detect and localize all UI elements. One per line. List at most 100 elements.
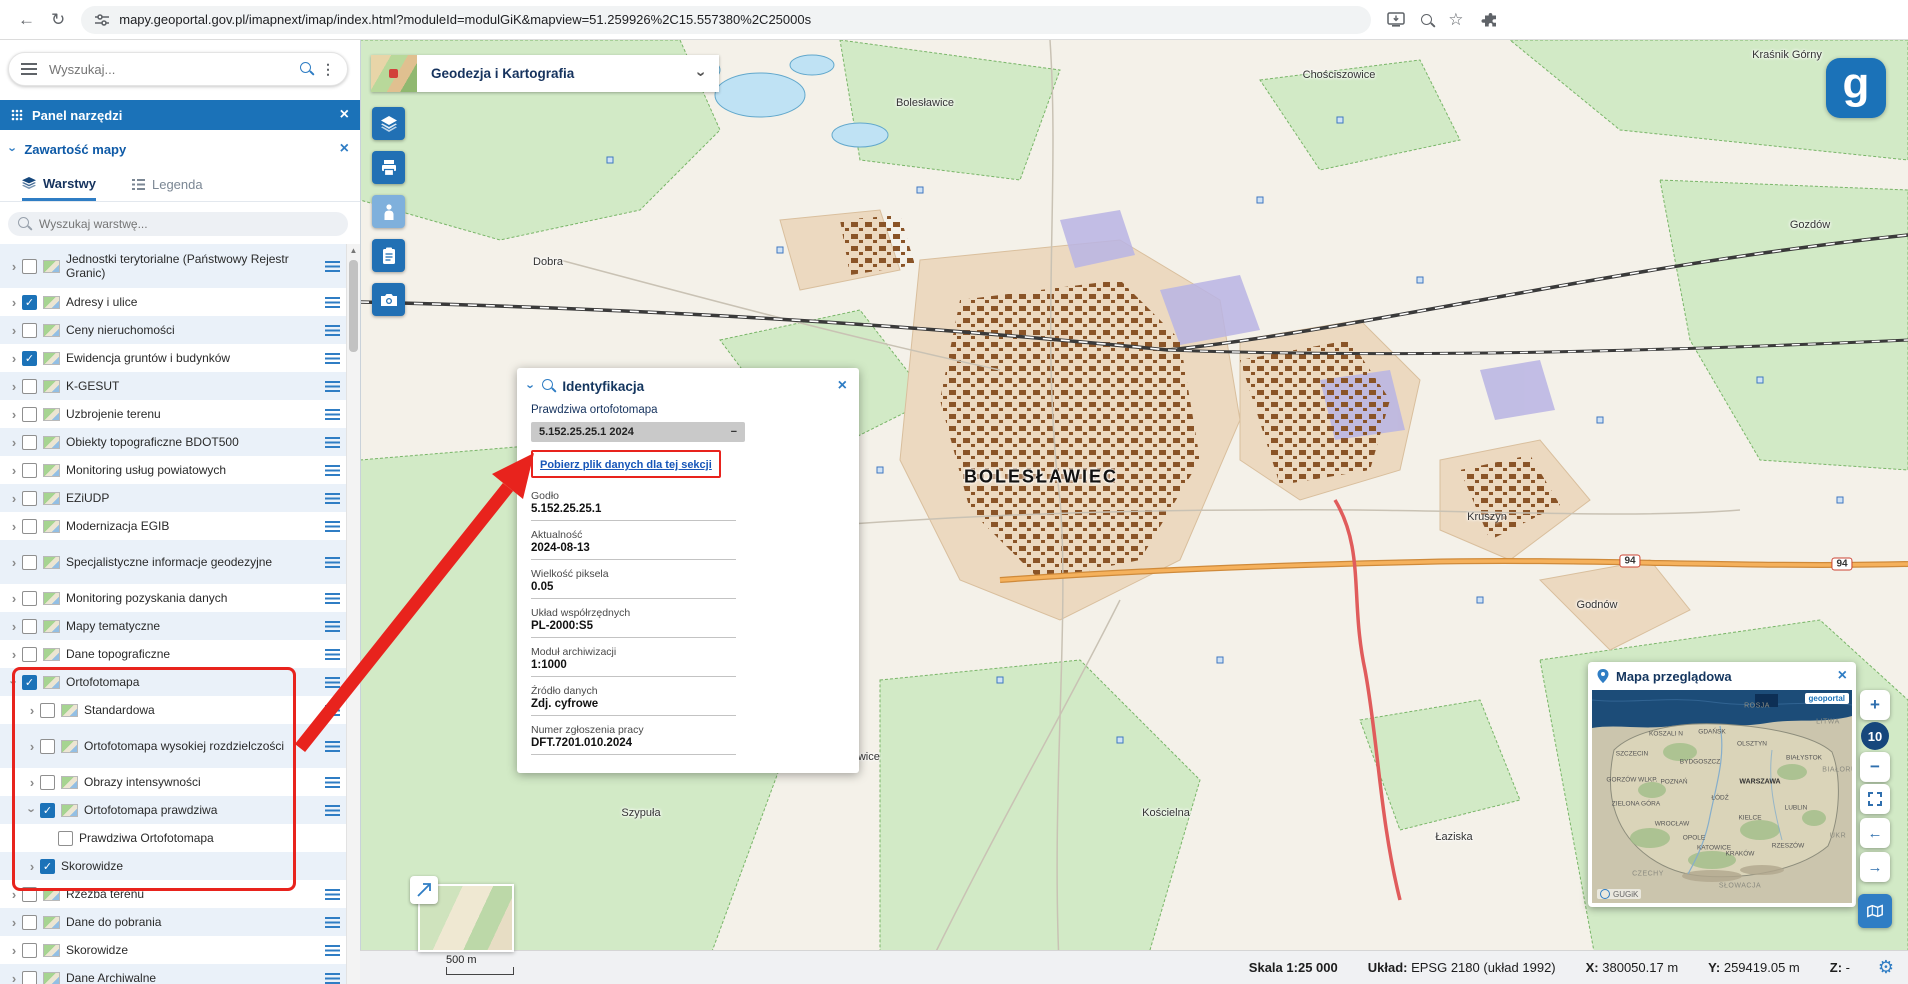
zoom-page-icon[interactable] (1421, 11, 1432, 28)
chevron-right-icon[interactable]: › (6, 591, 22, 606)
layer-checkbox[interactable] (40, 739, 55, 754)
layer-menu-icon[interactable] (325, 437, 340, 448)
layer-checkbox[interactable]: ✓ (22, 295, 37, 310)
search-icon[interactable] (300, 60, 311, 78)
layer-row[interactable]: ›Standardowa (0, 696, 346, 724)
print-tool-button[interactable] (372, 151, 405, 184)
layer-search-bar[interactable] (8, 212, 348, 236)
layer-menu-icon[interactable] (325, 465, 340, 476)
layer-row[interactable]: ›Ortofotomapa wysokiej rozdzielczości (0, 724, 346, 768)
layer-checkbox[interactable] (22, 555, 37, 570)
chevron-right-icon[interactable]: › (24, 739, 40, 754)
chevron-right-icon[interactable]: › (6, 915, 22, 930)
layer-row[interactable]: ›Obrazy intensywności (0, 768, 346, 796)
layer-row[interactable]: ›Monitoring usług powiatowych (0, 456, 346, 484)
chevron-right-icon[interactable]: › (6, 259, 22, 274)
layer-menu-icon[interactable] (325, 889, 340, 900)
layer-row[interactable]: ›Prawdziwa Ortofotomapa (0, 824, 346, 852)
layer-row[interactable]: ›Uzbrojenie terenu (0, 400, 346, 428)
layers-tool-button[interactable] (372, 107, 405, 140)
chevron-right-icon[interactable]: › (6, 519, 22, 534)
scrollbar[interactable]: ▲ (346, 244, 360, 984)
identify-tool-button[interactable] (372, 195, 405, 228)
chevron-right-icon[interactable]: › (24, 775, 40, 790)
layer-checkbox[interactable] (22, 519, 37, 534)
layer-row[interactable]: ›✓Ortofotomapa (0, 668, 346, 696)
layer-menu-icon[interactable] (325, 409, 340, 420)
previous-extent-button[interactable]: ← (1860, 818, 1890, 848)
map-share-button[interactable] (1858, 894, 1892, 928)
layer-menu-icon[interactable] (325, 973, 340, 984)
chevron-down-icon[interactable]: › (691, 71, 709, 76)
chevron-right-icon[interactable]: › (6, 323, 22, 338)
overview-map[interactable]: ROSJALITWABIAŁORUŚUKRCZECHYSŁOWACJASZCZE… (1592, 690, 1852, 903)
layer-row[interactable]: ›K-GESUT (0, 372, 346, 400)
chevron-right-icon[interactable]: › (6, 435, 22, 450)
extensions-puzzle-icon[interactable] (1480, 12, 1496, 28)
layer-menu-icon[interactable] (325, 261, 340, 272)
layer-menu-icon[interactable] (325, 677, 340, 688)
close-icon[interactable]: × (340, 106, 349, 124)
chevron-down-icon[interactable]: › (25, 802, 40, 818)
layer-menu-icon[interactable] (325, 493, 340, 504)
tab-warstwy[interactable]: Warstwy (22, 168, 96, 201)
layer-checkbox[interactable]: ✓ (40, 859, 55, 874)
layer-checkbox[interactable] (22, 647, 37, 662)
identify-section-header[interactable]: 5.152.25.25.1 2024 − (531, 422, 745, 442)
layer-checkbox[interactable] (22, 463, 37, 478)
layer-row[interactable]: ›Dane do pobrania (0, 908, 346, 936)
address-bar[interactable]: mapy.geoportal.gov.pl/imapnext/imap/inde… (81, 6, 1371, 34)
browser-reload-icon[interactable]: ↻ (51, 11, 65, 28)
layer-menu-icon[interactable] (325, 805, 340, 816)
chevron-right-icon[interactable]: › (6, 619, 22, 634)
close-icon[interactable]: × (340, 140, 349, 158)
layer-row[interactable]: ›✓Ortofotomapa prawdziwa (0, 796, 346, 824)
layer-checkbox[interactable] (22, 887, 37, 902)
module-selector[interactable]: Geodezja i Kartografia › (371, 55, 719, 92)
layer-row[interactable]: ›Ceny nieruchomości (0, 316, 346, 344)
layer-row[interactable]: ›EZiUDP (0, 484, 346, 512)
chevron-right-icon[interactable]: › (6, 295, 22, 310)
layer-row[interactable]: ›Specjalistyczne informacje geodezyjne (0, 540, 346, 584)
chevron-right-icon[interactable]: › (6, 971, 22, 984)
chevron-right-icon[interactable]: › (24, 859, 40, 874)
layer-row[interactable]: ›✓Ewidencja gruntów i budynków (0, 344, 346, 372)
expand-panel-button[interactable] (410, 876, 438, 904)
layer-checkbox[interactable] (40, 703, 55, 718)
layer-checkbox[interactable]: ✓ (22, 351, 37, 366)
fullscreen-button[interactable] (1860, 784, 1890, 814)
layer-checkbox[interactable]: ✓ (40, 803, 55, 818)
chevron-right-icon[interactable]: › (6, 407, 22, 422)
chevron-right-icon[interactable]: › (6, 647, 22, 662)
chevron-right-icon[interactable]: › (6, 379, 22, 394)
chevron-right-icon[interactable]: › (6, 351, 22, 366)
close-icon[interactable]: × (838, 377, 847, 395)
layer-row[interactable]: ›Dane topograficzne (0, 640, 346, 668)
site-settings-icon[interactable] (95, 13, 109, 27)
chevron-right-icon[interactable]: › (6, 943, 22, 958)
layer-menu-icon[interactable] (325, 521, 340, 532)
layer-row[interactable]: ›Modernizacja EGIB (0, 512, 346, 540)
layer-menu-icon[interactable] (325, 557, 340, 568)
layer-menu-icon[interactable] (325, 649, 340, 660)
chevron-down-icon[interactable]: › (6, 147, 21, 151)
search-input[interactable] (47, 61, 290, 78)
report-tool-button[interactable] (372, 239, 405, 272)
layer-menu-icon[interactable] (325, 777, 340, 788)
chevron-right-icon[interactable]: › (6, 555, 22, 570)
layer-menu-icon[interactable] (325, 917, 340, 928)
chevron-down-icon[interactable]: › (524, 384, 539, 388)
layer-menu-icon[interactable] (325, 705, 340, 716)
layer-row[interactable]: ›Jednostki terytorialne (Państwowy Rejes… (0, 244, 346, 288)
more-options-icon[interactable]: ⋮ (321, 61, 335, 78)
layer-row[interactable]: ›Skorowidze (0, 936, 346, 964)
layer-checkbox[interactable]: ✓ (22, 675, 37, 690)
layer-menu-icon[interactable] (325, 353, 340, 364)
layer-menu-icon[interactable] (325, 593, 340, 604)
layer-checkbox[interactable] (40, 775, 55, 790)
layer-row[interactable]: ›Monitoring pozyskania danych (0, 584, 346, 612)
layer-row[interactable]: ›✓Adresy i ulice (0, 288, 346, 316)
scroll-up-icon[interactable]: ▲ (347, 244, 360, 258)
layer-menu-icon[interactable] (325, 945, 340, 956)
layer-checkbox[interactable] (22, 259, 37, 274)
